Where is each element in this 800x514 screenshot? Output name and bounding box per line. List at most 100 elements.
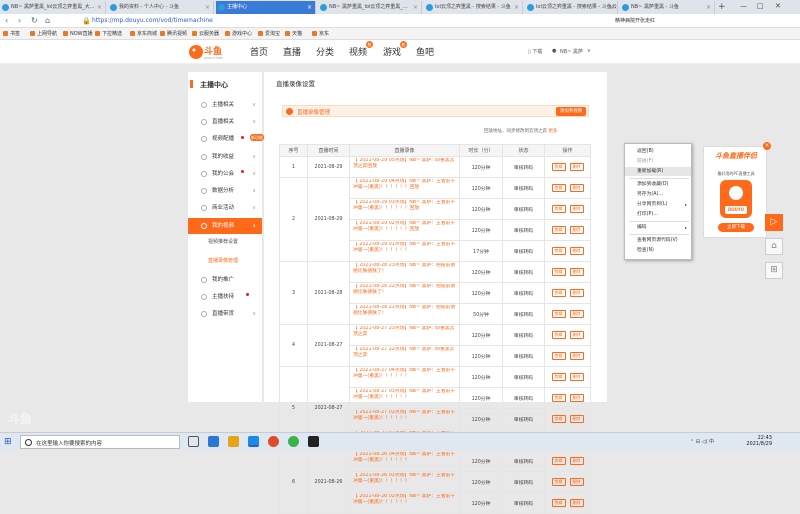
douyu-logo[interactable]: 斗鱼 DOUYU.COM (188, 43, 226, 61)
video-title-cell[interactable]: 【 2021-08-28 23点场】NB~ 黑萨：把握前德德比肤德肤了！ (349, 261, 460, 283)
edit-button[interactable]: 剪辑 (551, 247, 566, 255)
edge-icon[interactable] (208, 436, 219, 447)
nav-item[interactable]: 首页 (250, 45, 268, 58)
context-menu-item[interactable]: 编码 ▸ (625, 223, 691, 232)
home-side-icon[interactable]: ⌂ (765, 238, 783, 255)
edit-button[interactable]: 剪辑 (551, 268, 566, 276)
nav-item[interactable]: 视频 (349, 45, 367, 58)
sidebar-item[interactable]: 数据分析 ∨ (188, 183, 262, 199)
bookmark-item[interactable]: 天猫 (285, 30, 302, 37)
bookmark-item[interactable]: 京东 (312, 30, 329, 37)
delete-button[interactable]: 删除 (569, 205, 584, 213)
windows-start-icon[interactable]: ⊞ (4, 437, 12, 447)
video-title-cell[interactable]: 【 2021-08-26 03点场】NB~ 黑萨：王者前十冲第一(重黑)！！！！… (349, 471, 460, 493)
tab-close-icon[interactable]: × (706, 1, 711, 14)
context-menu-item[interactable]: 重新加载(R) (625, 167, 691, 176)
video-title-link[interactable]: 【 2021-08-27 22点场】NB~ 黑萨: lol重黑云顶之弈 (353, 347, 454, 358)
home-icon[interactable]: ⌂ (45, 15, 50, 27)
video-title-link[interactable]: 【 2021-08-29 04点场】NB~ 黑萨：王者前十冲第一(重黑)！！！！… (353, 179, 455, 190)
app-side-icon[interactable]: ⊞ (765, 262, 783, 279)
browser-tab[interactable]: 主播中心 × (216, 1, 316, 14)
video-title-cell[interactable]: 【 2021-08-27 22点场】NB~ 黑萨: lol重黑云顶之弈 (349, 345, 460, 367)
edit-button[interactable]: 剪辑 (551, 394, 566, 402)
video-title-cell[interactable]: 【 2021-08-28 21点场】NB~ 黑萨：把握前德德比肤德肤了！ (349, 303, 460, 325)
context-menu-item[interactable]: 检查(N) (625, 246, 691, 255)
video-title-link[interactable]: 【 2021-08-29 02点场】NB~ 黑萨：王者前十冲第一(重黑)！！！！… (353, 221, 455, 232)
bookmark-item[interactable]: NOW直播 (63, 30, 93, 37)
video-title-cell[interactable]: 【 2021-08-29 01点场】NB~ 黑萨：王者前十冲第一(重黑)！！！！… (349, 240, 460, 262)
video-title-link[interactable]: 【 2021-08-29 03点场】NB~ 黑萨：王者前十冲第一(重黑)！！！！… (353, 200, 455, 211)
edit-button[interactable]: 剪辑 (551, 373, 566, 381)
delete-button[interactable]: 删除 (569, 289, 584, 297)
download-now-button[interactable]: 立即下载 (718, 223, 754, 232)
close-window-button[interactable]: ✕ (775, 0, 781, 13)
clock[interactable]: 22:43 2021/8/29 (746, 435, 772, 447)
delete-button[interactable]: 删除 (569, 310, 584, 318)
video-title-cell[interactable]: 【 2021-08-27 04点场】NB~ 黑萨：王者前十冲第一(重黑)！！！！… (349, 366, 460, 388)
video-title-link[interactable]: 【 2021-08-28 21点场】NB~ 黑萨：把握前德德比肤德肤了！ (353, 305, 455, 316)
nav-item[interactable]: 游戏 (383, 45, 401, 58)
bookmark-item[interactable]: 下拉精选 (95, 30, 122, 37)
sidebar-item[interactable]: 我的推广 (188, 272, 262, 288)
delete-button[interactable]: 删除 (569, 184, 584, 192)
video-title-cell[interactable]: 【 2021-08-26 04点场】NB~ 黑萨：王者前十冲第一(重黑)！！！！… (349, 450, 460, 472)
nav-item[interactable]: 鱼吧 (416, 45, 434, 58)
sidebar-item[interactable]: 我的公会 ∨ (188, 166, 262, 182)
nav-item[interactable]: 分类 (316, 45, 334, 58)
delete-button[interactable]: 删除 (569, 226, 584, 234)
context-menu-item[interactable]: 另存为(A)... (625, 190, 691, 199)
live-companion-ad[interactable]: 斗鱼直播伴侣 最好用的PC直播工具 DOUYU 立即下载 (703, 146, 767, 238)
tab-close-icon[interactable]: × (514, 1, 519, 14)
bookmark-item[interactable]: 云服务器 (192, 30, 219, 37)
delete-button[interactable]: 删除 (569, 268, 584, 276)
delete-button[interactable]: 删除 (569, 247, 584, 255)
video-title-link[interactable]: 【 2021-08-26 03点场】NB~ 黑萨：王者前十冲第一(重黑)！！！！… (353, 473, 455, 484)
edit-button[interactable]: 剪辑 (551, 226, 566, 234)
browser-tab[interactable]: lol云顶之弈重黑 - 搜索结果 - 斗鱼 × (424, 1, 523, 14)
add-to-video-button[interactable]: 添加到视频 (556, 107, 586, 116)
browser-tab[interactable]: NB~ 黑萨重黑_lol云顶之弈重黑_大... × (0, 1, 106, 14)
edit-button[interactable]: 剪辑 (551, 310, 566, 318)
url-field[interactable]: https://mp.douyu.com/vod/timemachine (92, 17, 213, 24)
video-title-cell[interactable]: 【 2021-08-28 22点场】NB~ 黑萨：把握前德德比肤德肤了！ (349, 282, 460, 304)
context-menu-item[interactable]: 返回(B) (625, 147, 691, 156)
video-title-link[interactable]: 【 2021-08-27 02点场】NB~ 黑萨：王者前十冲第一(重黑)！！！！… (353, 410, 455, 421)
video-title-cell[interactable]: 【 2021-08-29 02点场】NB~ 黑萨：王者前十冲第一(重黑)！！！！… (349, 219, 460, 241)
tab-close-icon[interactable]: × (97, 1, 102, 14)
sidebar-subitem[interactable]: 直播录像管理 (208, 257, 238, 264)
edit-button[interactable]: 剪辑 (551, 205, 566, 213)
video-title-link[interactable]: 【 2021-08-27 04点场】NB~ 黑萨：王者前十冲第一(重黑)！！！！… (353, 368, 455, 379)
bookmark-item[interactable]: 上网导航 (30, 30, 57, 37)
sidebar-item[interactable]: 主播相关 ∨ (188, 97, 262, 113)
video-title-link[interactable]: 【 2021-08-27 03点场】NB~ 黑萨：王者前十冲第一(重黑)！！！！… (353, 389, 455, 400)
context-menu-item[interactable]: 添加到收藏(D) (625, 180, 691, 189)
sidebar-item[interactable]: 直播带货 ∨ (188, 306, 262, 322)
delete-button[interactable]: 删除 (569, 499, 584, 507)
video-title-link[interactable]: 【 2021-08-29 01点场】NB~ 黑萨：王者前十冲第一(重黑)！！！！… (353, 242, 455, 253)
minimize-button[interactable]: — (740, 0, 747, 13)
bookmark-item[interactable]: 书签 (3, 30, 20, 37)
video-title-link[interactable]: 【 2021-08-26 04点场】NB~ 黑萨：王者前十冲第一(重黑)！！！！… (353, 452, 455, 463)
delete-button[interactable]: 删除 (569, 352, 584, 360)
task-view-icon[interactable] (188, 436, 199, 447)
download-link[interactable]: ▯ 下载 (528, 48, 542, 55)
delete-button[interactable]: 删除 (569, 394, 584, 402)
edit-button[interactable]: 剪辑 (551, 415, 566, 423)
browser-tab[interactable]: NB~ 黑萨重黑_lol云顶之弈重黑_... × (318, 1, 422, 14)
edit-button[interactable]: 剪辑 (551, 184, 566, 192)
delete-button[interactable]: 删除 (569, 331, 584, 339)
app-icon-dark[interactable] (308, 436, 319, 447)
video-title-link[interactable]: 【 2021-08-28 23点场】NB~ 黑萨：把握前德德比肤德肤了！ (353, 263, 455, 274)
reload-icon[interactable]: ↻ (31, 15, 38, 27)
tab-close-icon[interactable]: × (413, 1, 418, 14)
delete-button[interactable]: 删除 (569, 457, 584, 465)
bookmark-item[interactable]: 爱淘宝 (258, 30, 280, 37)
video-title-link[interactable]: 【 2021-08-28 22点场】NB~ 黑萨：把握前德德比肤德肤了！ (353, 284, 455, 295)
sidebar-item[interactable]: 主播扶持 (188, 289, 262, 305)
context-menu-item[interactable]: 分享网页到(L) ▸ (625, 200, 691, 209)
forward-icon[interactable]: › (18, 15, 21, 27)
maximize-button[interactable]: □ (757, 0, 764, 13)
delete-button[interactable]: 删除 (569, 163, 584, 171)
user-dropdown-icon[interactable]: ∨ (587, 48, 591, 54)
more-link[interactable]: 更多 (548, 129, 557, 134)
